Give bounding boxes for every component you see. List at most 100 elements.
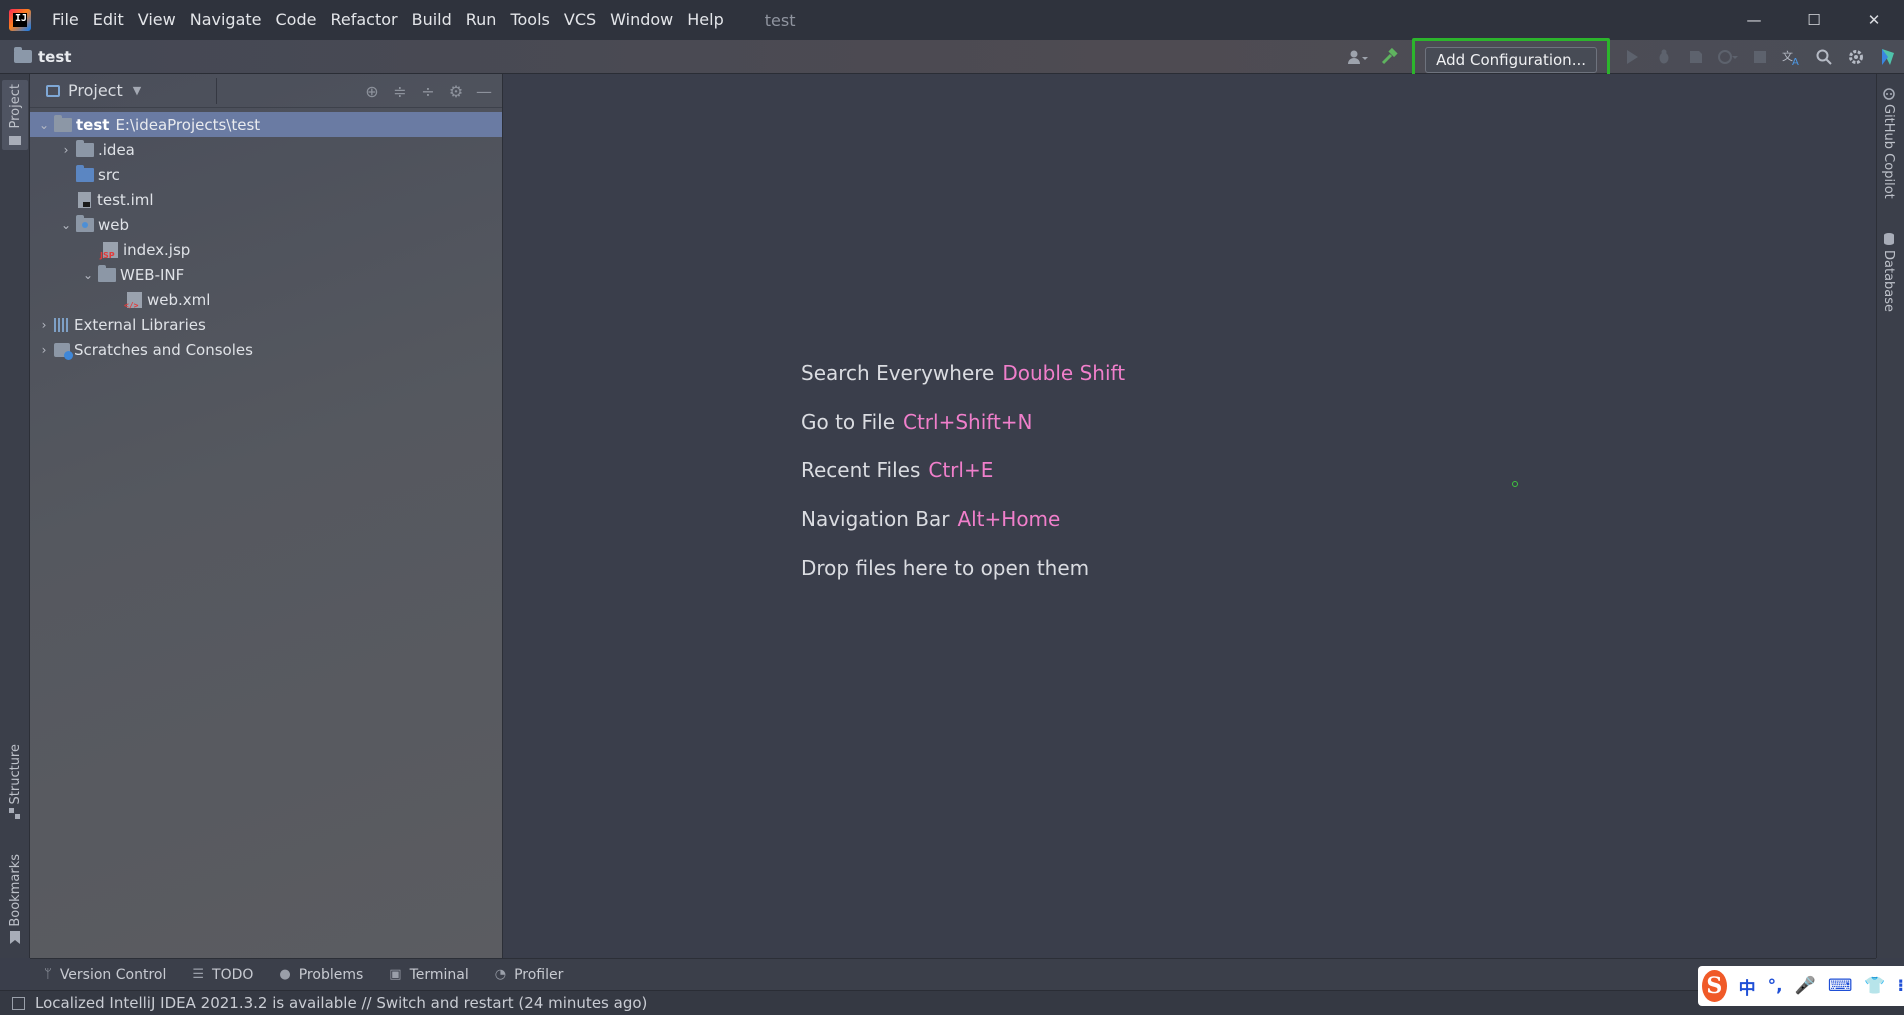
tree-node-scratches[interactable]: › Scratches and Consoles	[30, 337, 502, 362]
tool-tab-project[interactable]: Project	[2, 80, 28, 151]
maximize-button[interactable]: ☐	[1784, 0, 1844, 40]
tool-tab-structure[interactable]: Structure	[2, 744, 28, 820]
copilot-icon	[1882, 88, 1895, 100]
menu-file[interactable]: File	[45, 0, 86, 40]
collapse-all-icon[interactable]: ÷	[414, 82, 442, 101]
chevron-right-icon[interactable]: ›	[36, 318, 52, 332]
build-hammer-icon[interactable]	[1377, 44, 1403, 70]
tool-tab-github-copilot[interactable]: GitHub Copilot	[1881, 88, 1896, 199]
translate-icon[interactable]: 文A	[1779, 44, 1805, 70]
hint-label: Navigation Bar	[801, 507, 950, 531]
tree-node-web[interactable]: ⌄ web	[30, 212, 502, 237]
tree-node-label: Scratches and Consoles	[74, 340, 253, 359]
title-bar: IJ File Edit View Navigate Code Refactor…	[0, 0, 1904, 40]
menu-edit[interactable]: Edit	[86, 0, 131, 40]
menu-navigate[interactable]: Navigate	[183, 0, 269, 40]
expand-all-icon[interactable]: ≑	[386, 82, 414, 101]
chevron-down-icon[interactable]: ⌄	[80, 268, 96, 282]
status-message[interactable]: Localized IntelliJ IDEA 2021.3.2 is avai…	[35, 994, 647, 1012]
sogou-ime-logo-icon[interactable]: S	[1702, 970, 1727, 1002]
add-configuration-button[interactable]: Add Configuration...	[1425, 47, 1597, 73]
run-icon[interactable]	[1619, 44, 1645, 70]
close-button[interactable]: ✕	[1844, 0, 1904, 40]
project-folder-icon	[9, 136, 21, 146]
project-panel-title[interactable]: Project	[68, 81, 123, 100]
microphone-icon[interactable]: 🎤	[1795, 976, 1816, 996]
ime-more-icon[interactable]: ⁝	[1898, 976, 1904, 996]
tool-tab-github-copilot-label: GitHub Copilot	[1881, 104, 1896, 199]
tool-tab-project-label: Project	[7, 84, 23, 129]
chevron-right-icon[interactable]: ›	[58, 143, 74, 157]
tab-terminal[interactable]: ▣ Terminal	[389, 967, 468, 983]
tree-node-path: E:\ideaProjects\test	[115, 115, 261, 134]
jsp-file-icon	[100, 241, 118, 260]
tree-node-label: test	[76, 115, 110, 134]
tool-tab-database[interactable]: Database	[1881, 232, 1896, 312]
editor-area[interactable]: Search Everywhere Double Shift Go to File…	[504, 74, 1876, 958]
breadcrumb-project[interactable]: test	[38, 48, 71, 66]
source-folder-icon	[76, 164, 94, 182]
tree-node-src[interactable]: src	[30, 162, 502, 187]
stop-icon[interactable]	[1747, 44, 1773, 70]
main-toolbar: Add Configuration... 文A	[1342, 38, 1904, 82]
status-toggle-icon[interactable]	[12, 996, 25, 1010]
hint-label: Recent Files	[801, 458, 921, 482]
debug-icon[interactable]	[1651, 44, 1677, 70]
project-view-icon	[46, 84, 60, 97]
skin-shirt-icon[interactable]: 👕	[1864, 976, 1885, 996]
tree-node-label: web	[98, 215, 130, 234]
ime-punctuation[interactable]: °,	[1768, 976, 1783, 996]
profile-icon[interactable]	[1715, 44, 1741, 70]
tab-version-control[interactable]: ᛘ Version Control	[44, 967, 166, 983]
chevron-down-icon[interactable]: ⌄	[36, 118, 52, 132]
tree-node-root[interactable]: ⌄ test E:\ideaProjects\test	[30, 112, 502, 137]
menu-code[interactable]: Code	[269, 0, 324, 40]
select-opened-file-icon[interactable]: ⊕	[358, 82, 386, 101]
status-bar: Localized IntelliJ IDEA 2021.3.2 is avai…	[0, 990, 1904, 1015]
tree-node-label: test.iml	[97, 190, 154, 209]
xml-file-icon	[124, 291, 142, 310]
chevron-down-icon[interactable]: ⌄	[58, 218, 74, 232]
hint-recent-files: Recent Files Ctrl+E	[801, 458, 993, 482]
tab-profiler[interactable]: ◔ Profiler	[495, 967, 564, 983]
menu-refactor[interactable]: Refactor	[323, 0, 404, 40]
tree-node-web-inf[interactable]: ⌄ WEB-INF	[30, 262, 502, 287]
hint-shortcut: Alt+Home	[957, 507, 1061, 531]
info-icon: ●	[279, 967, 291, 982]
hint-label: Go to File	[801, 410, 895, 434]
panel-settings-gear-icon[interactable]: ⚙	[442, 82, 470, 101]
keyboard-icon[interactable]: ⌨	[1828, 976, 1853, 996]
user-icon[interactable]	[1345, 44, 1371, 70]
minimize-button[interactable]: —	[1724, 0, 1784, 40]
tree-node-web-xml[interactable]: web.xml	[30, 287, 502, 312]
menu-vcs[interactable]: VCS	[557, 0, 603, 40]
menu-run[interactable]: Run	[459, 0, 504, 40]
profiler-icon: ◔	[494, 967, 507, 982]
tool-tab-structure-label: Structure	[7, 744, 23, 805]
search-icon[interactable]	[1811, 44, 1837, 70]
tree-node-idea[interactable]: › .idea	[30, 137, 502, 162]
chevron-down-icon[interactable]: ▼	[133, 84, 141, 97]
settings-gear-icon[interactable]	[1843, 44, 1869, 70]
tool-tab-bookmarks[interactable]: Bookmarks	[2, 854, 28, 944]
menu-view[interactable]: View	[131, 0, 183, 40]
jetbrains-toolbox-icon[interactable]	[1875, 44, 1901, 70]
hint-label: Search Everywhere	[801, 361, 995, 385]
tab-problems[interactable]: ● Problems	[279, 967, 363, 983]
hide-panel-icon[interactable]: —	[470, 82, 498, 101]
tree-node-external-libraries[interactable]: › External Libraries	[30, 312, 502, 337]
tab-todo[interactable]: ☰ TODO	[192, 967, 253, 983]
hint-shortcut: Ctrl+Shift+N	[903, 410, 1033, 434]
menu-tools[interactable]: Tools	[503, 0, 556, 40]
tool-tab-database-label: Database	[1881, 250, 1896, 313]
tree-node-index-jsp[interactable]: index.jsp	[30, 237, 502, 262]
tree-node-label: index.jsp	[123, 240, 191, 259]
right-tool-stripe: GitHub Copilot Database	[1876, 74, 1904, 958]
tree-node-iml[interactable]: test.iml	[30, 187, 502, 212]
menu-help[interactable]: Help	[680, 0, 730, 40]
coverage-icon[interactable]	[1683, 44, 1709, 70]
ime-chinese-mode[interactable]: 中	[1739, 974, 1756, 999]
menu-window[interactable]: Window	[603, 0, 680, 40]
menu-build[interactable]: Build	[405, 0, 459, 40]
chevron-right-icon[interactable]: ›	[36, 343, 52, 357]
